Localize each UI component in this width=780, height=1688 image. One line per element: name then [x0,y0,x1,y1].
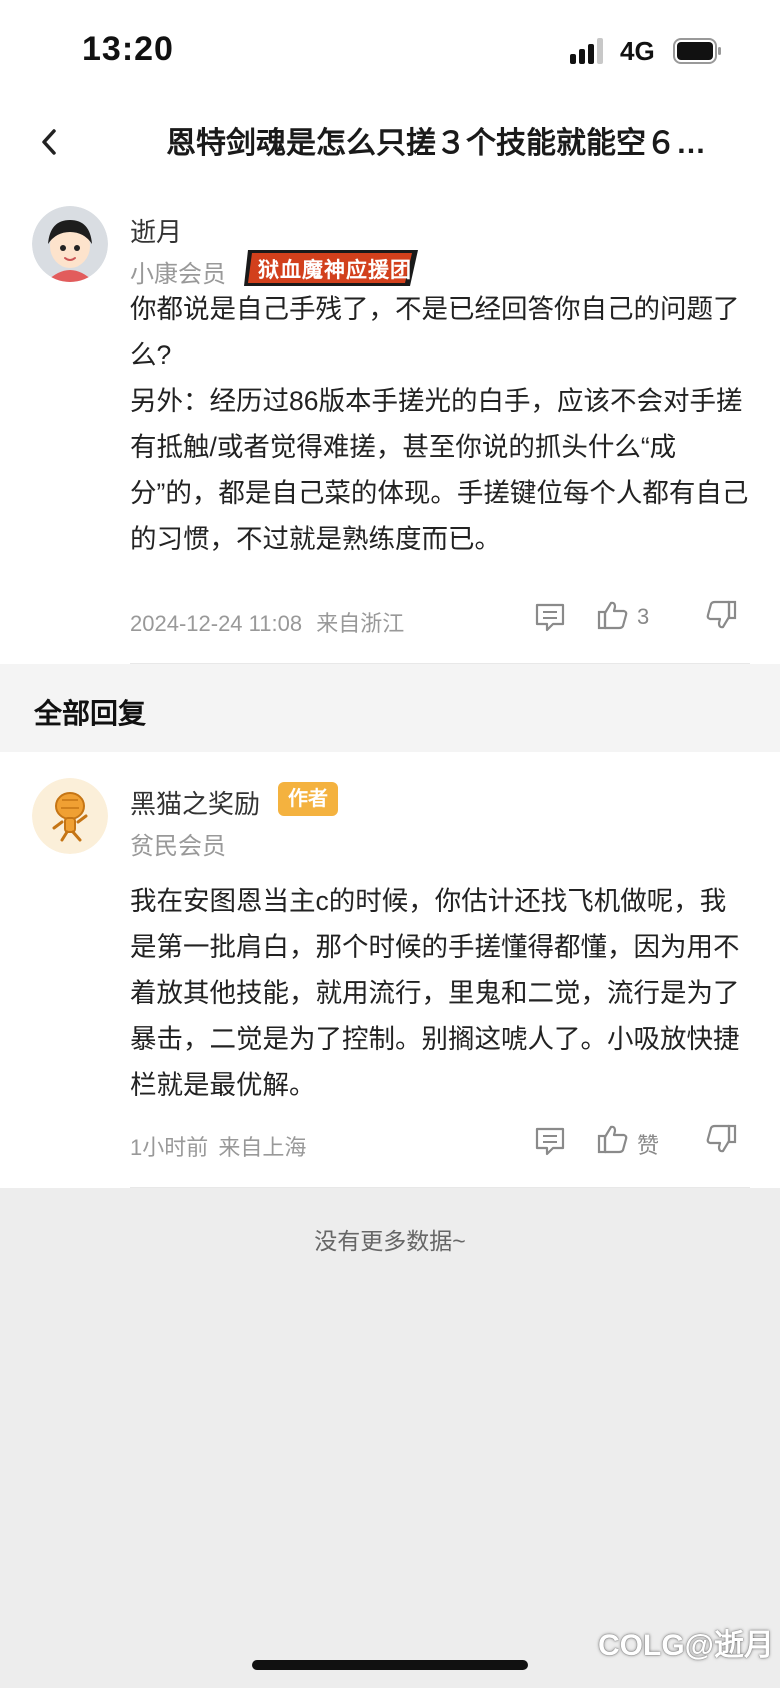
reply-dislike-button[interactable] [704,1122,738,1156]
post-author-level: 小康会员 [130,261,226,288]
comment-icon [535,603,565,632]
network-type: 4G [620,36,655,66]
post-paragraph: 你都说是自己手残了，不是已经回答你自己的问题了么? [130,294,740,370]
comment-icon [535,1127,565,1156]
thumbs-down-icon [706,600,737,629]
status-time: 13:20 [82,30,174,68]
reply-comment-button[interactable] [533,1124,567,1158]
comment-button[interactable] [533,600,567,634]
reply-content: 我在安图恩当主c的时候，你估计还找飞机做呢，我是第一批肩白，那个时候的手搓懂得都… [130,886,740,1100]
dislike-button[interactable] [704,598,738,632]
section-title: 全部回复 [34,698,147,729]
home-indicator[interactable] [252,1660,528,1670]
post-timestamp: 2024-12-24 11:08 [130,611,303,636]
author-badge: 作者 [278,782,338,816]
status-bar: 13:20 4G [0,0,780,100]
post-content: 你都说是自己手残了，不是已经回答你自己的问题了么? 另外：经历过86版本手搓光的… [130,286,750,562]
section-header: 全部回复 [0,664,780,752]
chevron-left-icon [42,129,56,155]
reply-timestamp: 1小时前 [130,1135,209,1160]
reply-avatar[interactable] [32,778,108,854]
like-button[interactable] [596,598,630,632]
divider [130,1187,750,1188]
reply-author-name[interactable]: 黑猫之奖励 [130,784,260,821]
reply-like-button[interactable] [596,1122,630,1156]
signal-icon [570,38,610,64]
avatar[interactable] [32,206,108,282]
thumbs-up-icon [597,1125,628,1154]
reply-card: 黑猫之奖励 作者 贫民会员 我在安图恩当主c的时候，你估计还找飞机做呢，我是第一… [0,752,780,1188]
nav-bar: 恩特剑魂是怎么只搓３个技能就能空６… [0,100,780,188]
post-meta: 2024-12-24 11:08 来自浙江 [130,606,404,638]
reply-author-level: 贫民会员 [130,833,226,860]
no-more-data: 没有更多数据~ [314,1228,466,1254]
thumbs-down-icon [706,1124,737,1153]
reply-location: 来自上海 [218,1135,307,1160]
battery-icon [673,38,723,64]
back-button[interactable] [32,114,72,170]
post-author-name[interactable]: 逝月 [130,212,182,249]
fan-club-badge: 狱血魔神应援团 [244,250,418,286]
page-title: 恩特剑魂是怎么只搓３个技能就能空６… [166,127,706,160]
fan-club-badge-label: 狱血魔神应援团 [258,259,412,282]
reply-like-label: 赞 [637,1133,660,1158]
reply-meta: 1小时前 来自上海 [130,1130,306,1162]
watermark: COLG@逝月 [598,1629,774,1662]
post-paragraph: 另外：经历过86版本手搓光的白手，应该不会对手搓有抵触/或者觉得难搓，甚至你说的… [130,386,749,554]
post-location: 来自浙江 [316,611,405,636]
like-count: 3 [637,604,650,629]
post-card: 逝月 小康会员 狱血魔神应援团 你都说是自己手残了，不是已经回答你自己的问题了么… [0,188,780,664]
thumbs-up-icon [597,601,628,630]
